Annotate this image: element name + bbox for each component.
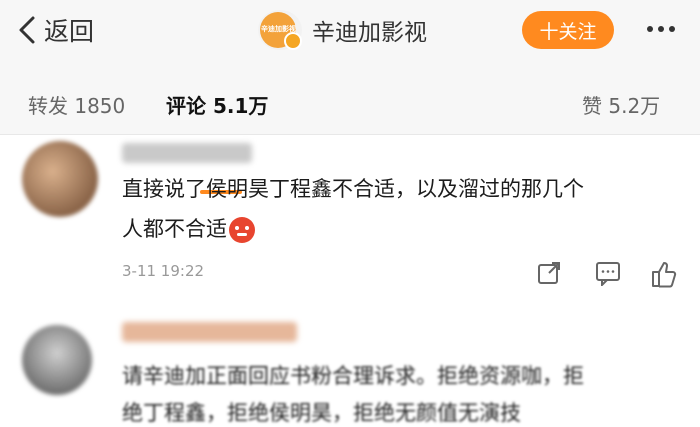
avatar[interactable] <box>22 325 92 395</box>
comment-text-fragment: 人都不合适 <box>122 217 227 241</box>
comment-timestamp: 3-11 19:22 <box>122 262 205 280</box>
account-name[interactable]: 辛迪加影视 <box>312 13 427 47</box>
comment-icon[interactable] <box>594 260 622 286</box>
account-avatar[interactable]: 辛迪加影视 <box>258 10 302 50</box>
blurred-username <box>122 143 252 163</box>
top-nav-bar: 返回 辛迪加影视 辛迪加影视 十关注 <box>0 0 700 62</box>
account-header[interactable]: 辛迪加影视 辛迪加影视 <box>258 8 427 52</box>
chevron-left-icon <box>19 16 35 44</box>
blurred-username <box>122 322 297 342</box>
tab-bar: 转发 1850 评论 5.1万 赞 5.2万 <box>0 62 700 194</box>
follow-button[interactable]: 十关注 <box>522 11 614 49</box>
comment-text-line: 直接说了侯明昊丁程鑫不合适，以及溜过的那几个 <box>122 177 584 201</box>
angry-emoji-icon <box>229 217 255 243</box>
more-options-icon[interactable] <box>647 26 675 32</box>
avatar[interactable] <box>22 141 98 217</box>
tab-comment[interactable]: 评论 5.1万 <box>166 90 268 119</box>
share-icon[interactable] <box>536 260 562 286</box>
back-button[interactable]: 返回 <box>18 10 94 50</box>
comment-text-line: 绝丁程鑫，拒绝侯明昊，拒绝无颜值无演技 <box>122 401 521 425</box>
thumbs-up-icon[interactable] <box>650 260 678 288</box>
more-dot <box>647 26 653 32</box>
tab-repost[interactable]: 转发 1850 <box>28 90 125 119</box>
tab-like[interactable]: 赞 5.2万 <box>582 90 660 119</box>
comment-text-line: 请辛迪加正面回应书粉合理诉求。拒绝资源咖，拒 <box>122 364 584 388</box>
more-dot <box>658 26 664 32</box>
back-label: 返回 <box>44 17 95 46</box>
verified-icon <box>284 32 302 50</box>
more-dot <box>669 26 675 32</box>
comment-text-line: 人都不合适 <box>122 213 255 243</box>
comment-item: 直接说了侯明昊丁程鑫不合适，以及溜过的那几个 人都不合适 3-11 19:22 … <box>0 135 700 425</box>
